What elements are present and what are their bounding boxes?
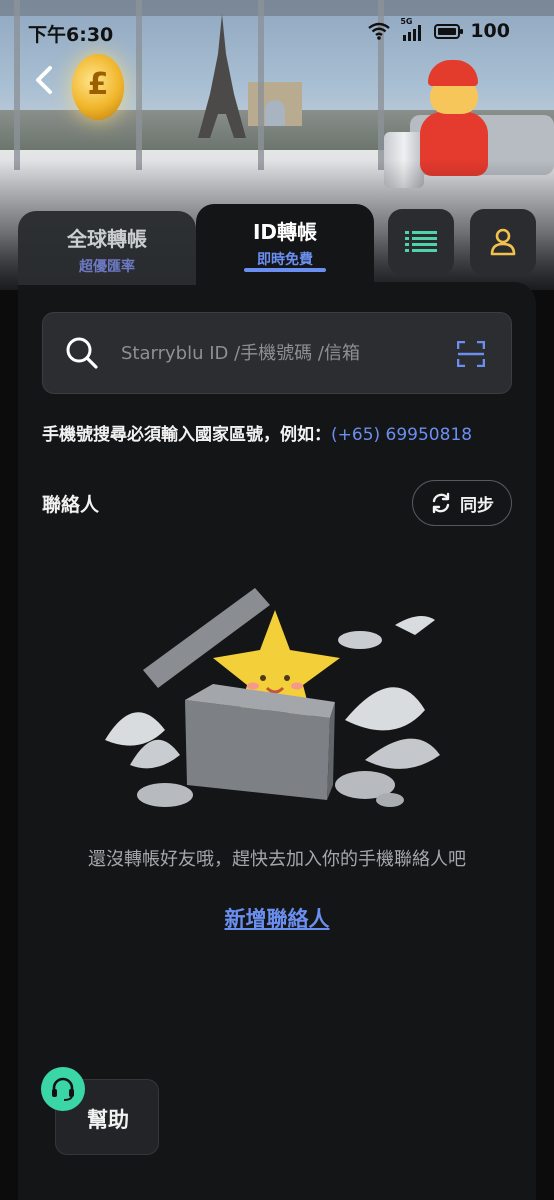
back-arrow-icon: [36, 66, 52, 94]
battery-icon: [434, 23, 464, 39]
screen: £ 下午6:30 5G 100 全球轉帳 超優匯率 ID轉帳 即時免費 Star…: [0, 0, 554, 1200]
empty-state-message: 還沒轉帳好友哦，趕快去加入你的手機聯絡人吧: [88, 849, 466, 870]
support-badge[interactable]: [41, 1067, 85, 1111]
sync-contacts-button[interactable]: 同步: [412, 480, 512, 526]
list-icon: [405, 231, 437, 252]
hint-text: 手機號搜尋必須輸入國家區號，例如：: [42, 425, 331, 445]
phone-search-hint: 手機號搜尋必須輸入國家區號，例如：(+65) 69950818: [42, 420, 472, 445]
cell-signal-icon: 5G: [400, 17, 424, 41]
search-bar[interactable]: [42, 312, 512, 394]
active-tab-indicator: [244, 268, 326, 272]
tab-global-transfer[interactable]: 全球轉帳 超優匯率: [18, 211, 196, 285]
sync-label: 同步: [460, 495, 494, 516]
tab-subtitle: 超優匯率: [79, 259, 135, 275]
coin-icon: £: [72, 54, 124, 120]
status-bar: 下午6:30 5G 100: [0, 0, 554, 62]
empty-box-illustration: [105, 588, 440, 807]
tab-subtitle: 即時免費: [257, 252, 313, 268]
back-button[interactable]: [30, 62, 58, 98]
user-icon: [490, 228, 516, 256]
tab-title: ID轉帳: [252, 220, 318, 244]
search-icon: [66, 337, 98, 369]
add-contact-link[interactable]: 新增聯絡人: [0, 903, 554, 933]
profile-button[interactable]: [470, 209, 536, 275]
tab-id-transfer[interactable]: ID轉帳 即時免費: [196, 204, 374, 290]
search-input[interactable]: [121, 342, 441, 364]
scan-icon[interactable]: [457, 341, 485, 367]
contacts-heading: 聯絡人: [42, 494, 100, 516]
history-list-button[interactable]: [388, 209, 454, 275]
status-time: 下午6:30: [28, 24, 114, 46]
sync-icon: [432, 492, 450, 514]
arc-de-triomphe: [248, 82, 302, 126]
wifi-icon: [368, 22, 391, 40]
headset-icon: [52, 1077, 74, 1101]
tab-title: 全球轉帳: [67, 227, 147, 251]
status-icons: 5G 100: [368, 17, 510, 42]
battery-level: 100: [470, 20, 510, 42]
hint-example: (+65) 69950818: [331, 425, 473, 445]
